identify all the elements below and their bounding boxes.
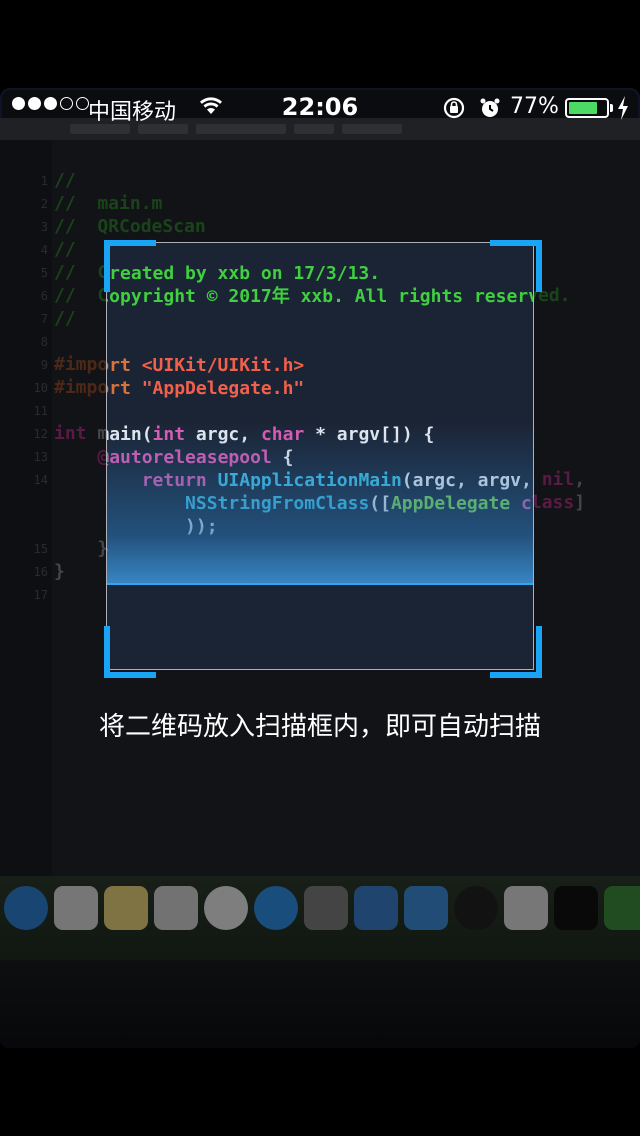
rotation-lock-icon	[443, 97, 465, 119]
code-text: #import "AppDelegate.h"	[107, 378, 305, 399]
battery-percent: 77%	[510, 94, 559, 119]
alarm-icon	[480, 98, 500, 117]
code-line: //	[107, 309, 533, 331]
battery-icon	[565, 98, 609, 118]
scan-corner-bottom-left	[104, 626, 156, 678]
code-line: // Created by xxb on 17/3/13.	[107, 263, 533, 285]
code-line: // Copyright © 2017年 xxb. All rights res…	[106, 286, 533, 308]
code-line: //	[107, 243, 533, 262]
scan-corner-top-right	[490, 240, 542, 292]
scan-corner-bottom-right	[490, 626, 542, 678]
scan-glow	[107, 423, 533, 583]
scan-line	[107, 583, 533, 585]
status-bar: 中国移动 22:06 77%	[0, 88, 640, 128]
scan-area: //// main.m// QRCodeScan//// Created by …	[106, 242, 534, 670]
code-text: #import <UIKit/UIKit.h>	[107, 355, 305, 376]
scanner-screen: 1//2// main.m3// QRCodeScan4//5// Create…	[0, 88, 640, 1048]
scan-hint-text: 将二维码放入扫描框内，即可自动扫描	[98, 712, 541, 742]
scan-corner-top-left	[104, 240, 156, 292]
battery-level-fill	[569, 102, 597, 114]
code-line: #import "AppDelegate.h"	[107, 378, 533, 400]
charging-icon	[618, 96, 628, 120]
code-line: #import <UIKit/UIKit.h>	[107, 355, 533, 377]
code-text: // Copyright © 2017年 xxb. All rights res…	[106, 286, 533, 307]
